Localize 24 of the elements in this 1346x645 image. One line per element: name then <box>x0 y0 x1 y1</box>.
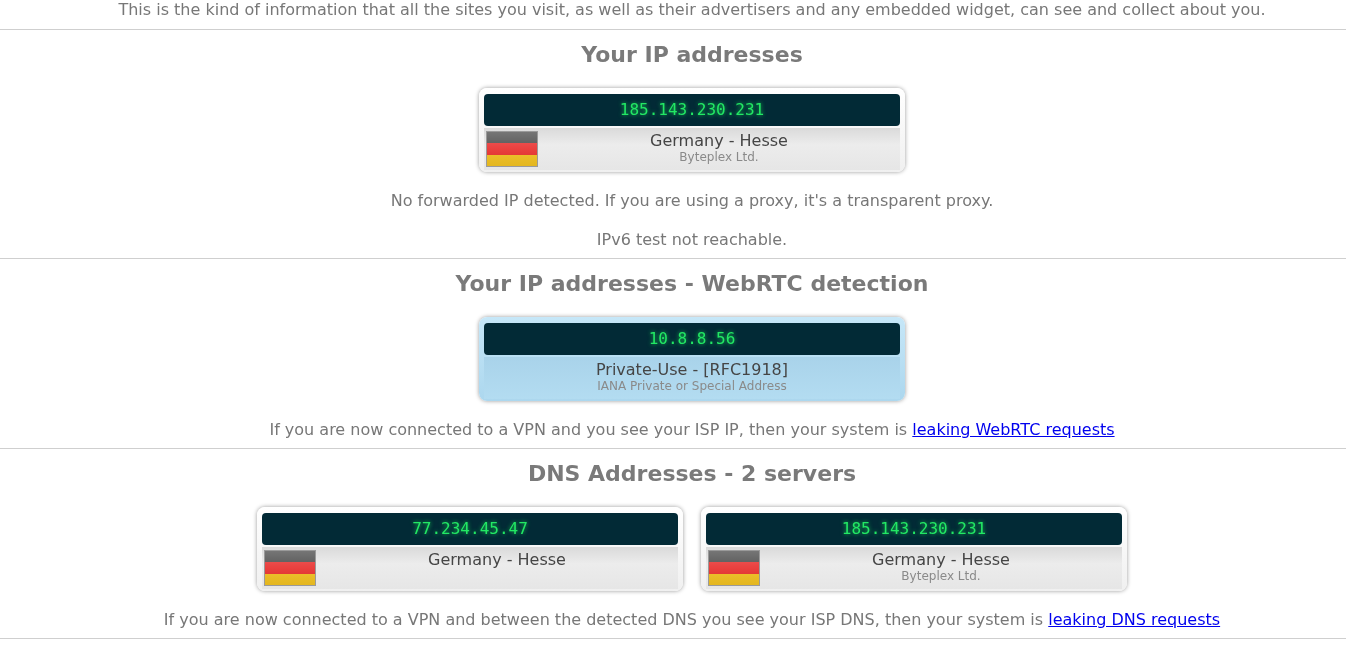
location-text: Germany - Hesse <box>872 551 1010 569</box>
info-text: IPv6 test not reachable. <box>596 230 788 250</box>
section-heading: DNS Addresses - 2 servers <box>527 460 857 488</box>
flag-icon <box>708 550 760 586</box>
info-text: If you are now connected to a VPN and you see your ISP IP, then your system is leaking WebRTC requests <box>269 420 1115 440</box>
info-text: No forwarded IP detected. If you are using a proxy, it's a transparent proxy. <box>390 191 994 211</box>
flag-icon <box>486 131 538 167</box>
section-heading: Your IP addresses - WebRTC detection <box>455 270 929 298</box>
provider-text: Byteplex Ltd. <box>901 569 981 584</box>
location-text: Private-Use - [RFC1918] <box>595 361 789 379</box>
provider-text: IANA Private or Special Address <box>597 379 787 394</box>
help-link[interactable]: leaking WebRTC requests <box>912 420 1115 439</box>
help-link[interactable]: leaking DNS requests <box>1048 610 1221 629</box>
section-heading: Your IP addresses <box>581 41 803 69</box>
intro-text: This is the kind of information that all the sites you visit, as well as their advertisers and any embedded widget, can see and collect about you. <box>118 0 1266 20</box>
ip-address-display: 10.8.8.56 <box>484 323 900 355</box>
location-text: Germany - Hesse <box>650 132 788 150</box>
info-text: If you are now connected to a VPN and between the detected DNS you see your ISP DNS, then your system is leaking DNS requests <box>163 610 1221 630</box>
ip-address-display: 185.143.230.231 <box>484 94 900 126</box>
provider-text: Byteplex Ltd. <box>679 150 759 165</box>
location-text: Germany - Hesse <box>428 551 566 569</box>
ip-address-display: 77.234.45.47 <box>262 513 678 545</box>
ip-address-display: 185.143.230.231 <box>706 513 1122 545</box>
flag-icon <box>264 550 316 586</box>
